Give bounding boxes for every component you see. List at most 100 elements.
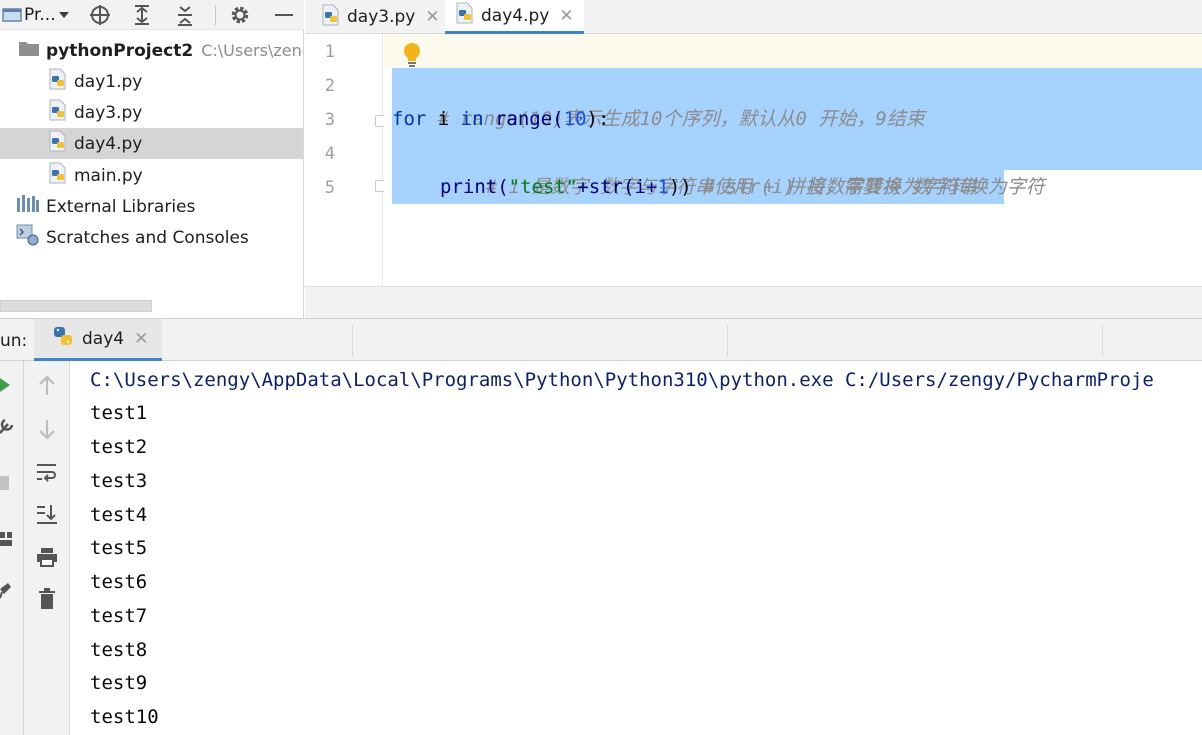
console-output-line: test4 bbox=[90, 504, 148, 526]
console-output-line: test10 bbox=[90, 706, 159, 728]
tab-day3[interactable]: day3.py ✕ bbox=[311, 0, 450, 34]
header-divider bbox=[727, 325, 728, 357]
expand-all-icon[interactable] bbox=[128, 0, 156, 30]
code-number: 1 bbox=[657, 176, 669, 198]
console-output-line: test6 bbox=[90, 571, 148, 593]
tab-label: day3.py bbox=[347, 7, 416, 27]
file-label: day4.py bbox=[74, 133, 143, 154]
code-number: 10 bbox=[563, 108, 587, 130]
tree-scratches[interactable]: Scratches and Consoles bbox=[0, 222, 303, 253]
current-line-highlight bbox=[384, 34, 1202, 68]
line-number: 2 bbox=[324, 76, 335, 96]
project-window-icon[interactable] bbox=[0, 0, 24, 30]
project-view-selector[interactable]: Pr... bbox=[24, 0, 70, 30]
external-libraries-label: External Libraries bbox=[46, 196, 196, 217]
code-editor[interactable]: # range(10)表示生成10个序列，默认从0 开始，9结束 for i i… bbox=[384, 34, 1202, 286]
code-line-2: # range(10)表示生成10个序列，默认从0 开始，9结束 bbox=[392, 68, 925, 130]
console-output-line: test1 bbox=[90, 402, 148, 424]
print-icon[interactable] bbox=[24, 542, 70, 572]
close-icon[interactable]: ✕ bbox=[559, 6, 573, 26]
code-builtin-call: print( bbox=[440, 176, 509, 198]
console-output-line: test2 bbox=[90, 436, 148, 458]
console-output-line: test9 bbox=[90, 672, 148, 694]
console-output-line: test3 bbox=[90, 470, 148, 492]
line-number: 5 bbox=[324, 178, 335, 198]
locate-icon[interactable] bbox=[86, 0, 114, 30]
file-label: day3.py bbox=[74, 102, 143, 123]
up-arrow-icon[interactable] bbox=[24, 371, 70, 401]
run-label: un: bbox=[0, 331, 28, 351]
line-number: 3 bbox=[324, 110, 335, 130]
python-file-icon bbox=[48, 162, 68, 189]
soft-wrap-icon[interactable] bbox=[24, 457, 70, 487]
code-builtin-call: range( bbox=[483, 108, 564, 130]
run-tab-day4[interactable]: day4 ✕ bbox=[34, 319, 162, 361]
scroll-to-end-icon[interactable] bbox=[24, 499, 70, 529]
wrench-icon[interactable] bbox=[0, 417, 14, 439]
header-divider bbox=[1102, 325, 1103, 357]
pin-icon[interactable] bbox=[0, 581, 12, 603]
python-icon bbox=[52, 325, 74, 352]
run-tab-label: day4 bbox=[82, 328, 125, 349]
library-icon bbox=[16, 194, 40, 219]
line-number: 1 bbox=[324, 42, 335, 62]
close-icon[interactable]: ✕ bbox=[425, 7, 439, 27]
code-line-4: # i 是数字 数字与字符串使用 + 拼接，需要将 数字转换为字符 bbox=[440, 136, 1045, 198]
minimize-icon[interactable] bbox=[270, 0, 298, 30]
code-comment: # str(i) 将数字转换为字符串 bbox=[703, 176, 978, 198]
gear-icon[interactable] bbox=[226, 0, 254, 30]
keyword-for: for bbox=[392, 108, 427, 130]
project-name: pythonProject2 bbox=[46, 40, 194, 61]
code-line-5: print("test"+str(i+1)) # str(i) 将数字转换为字符… bbox=[440, 170, 977, 204]
tree-root-project[interactable]: pythonProject2 C:\Users\zengy bbox=[0, 35, 303, 66]
project-path: C:\Users\zengy bbox=[201, 41, 303, 60]
python-file-icon bbox=[321, 4, 341, 31]
tree-file-day3[interactable]: day3.py bbox=[0, 97, 303, 128]
folder-icon bbox=[18, 39, 40, 62]
console-command-line: C:\Users\zengy\AppData\Local\Programs\Py… bbox=[90, 369, 1154, 391]
horizontal-scrollbar[interactable] bbox=[0, 300, 152, 312]
console-output-line: test7 bbox=[90, 605, 148, 627]
file-label: day1.py bbox=[74, 71, 143, 92]
code-punct: ): bbox=[586, 108, 610, 130]
python-file-icon bbox=[48, 130, 68, 157]
trash-icon[interactable] bbox=[24, 584, 70, 614]
down-arrow-icon[interactable] bbox=[24, 414, 70, 444]
tree-file-day4[interactable]: day4.py bbox=[0, 128, 303, 159]
run-toolbar bbox=[24, 361, 70, 735]
run-side-strip bbox=[0, 361, 24, 735]
code-string: "test" bbox=[508, 176, 578, 198]
python-file-icon bbox=[455, 2, 475, 29]
editor-bottom-strip bbox=[305, 286, 1202, 318]
project-tree: pythonProject2 C:\Users\zengy day1.py da… bbox=[0, 30, 304, 318]
file-label: main.py bbox=[74, 165, 143, 186]
editor-tab-bar: day3.py ✕ day4.py ✕ bbox=[305, 0, 1202, 34]
code-builtin-call: +str(i+ bbox=[577, 176, 658, 198]
tab-day4[interactable]: day4.py ✕ bbox=[445, 0, 584, 34]
project-toolbar: Pr... bbox=[0, 0, 304, 30]
line-number: 4 bbox=[324, 144, 335, 164]
tree-external-libraries[interactable]: External Libraries bbox=[0, 191, 303, 222]
chevron-down-icon bbox=[58, 5, 70, 25]
header-divider bbox=[352, 325, 353, 357]
collapse-all-icon[interactable] bbox=[171, 0, 199, 30]
run-tool-window-header: un: day4 ✕ bbox=[0, 318, 1202, 361]
stop-icon[interactable] bbox=[0, 475, 10, 494]
python-file-icon bbox=[48, 68, 68, 95]
tree-file-main[interactable]: main.py bbox=[0, 160, 303, 191]
run-console-output[interactable]: C:\Users\zengy\AppData\Local\Programs\Py… bbox=[70, 361, 1202, 735]
rerun-icon[interactable] bbox=[0, 377, 12, 397]
project-view-title: Pr... bbox=[24, 5, 56, 25]
scratches-label: Scratches and Consoles bbox=[46, 227, 249, 248]
code-line-3: for i in range(10): bbox=[392, 102, 609, 136]
tab-label: day4.py bbox=[481, 5, 550, 26]
keyword-in: in bbox=[460, 108, 484, 130]
console-output-line: test8 bbox=[90, 639, 148, 661]
code-punct: )) bbox=[668, 176, 704, 198]
layout-icon[interactable] bbox=[0, 531, 12, 551]
code-variable: i bbox=[426, 108, 461, 130]
tree-file-day1[interactable]: day1.py bbox=[0, 66, 303, 97]
editor-gutter: 1 2 3 4 5 bbox=[305, 34, 387, 286]
scratches-icon bbox=[16, 224, 40, 251]
close-icon[interactable]: ✕ bbox=[134, 329, 148, 349]
